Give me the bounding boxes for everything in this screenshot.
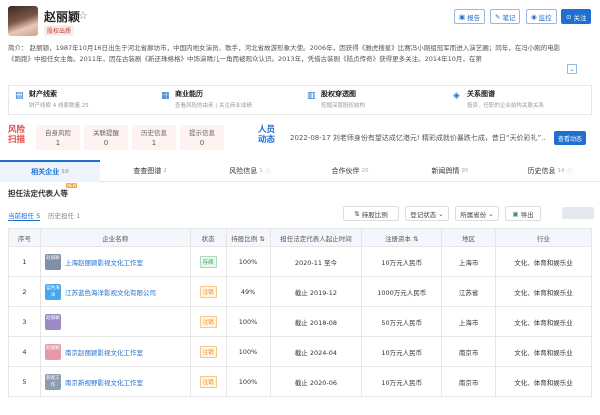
briefcase-icon: ▦ [161, 91, 170, 101]
company-link[interactable]: 南京新视野影视文化工作室 [65, 379, 143, 387]
notes-button[interactable]: ✎ 笔记 [490, 9, 521, 24]
favorite-star-icon[interactable]: ☆ [78, 9, 88, 22]
col-status: 状态 [189, 228, 227, 247]
status-badge: 注销 [199, 315, 217, 328]
report-button[interactable]: ▣ 报告 [454, 9, 486, 24]
report-icon: ▣ [459, 12, 466, 21]
export-icon: ▣ [512, 209, 519, 218]
filter-status[interactable]: 登记状态 ⌄ [405, 206, 449, 221]
company-logo: 赵丽颖 [44, 313, 61, 330]
table-row: 1 赵丽颖上海赵丽颖影视文化工作室 存续 100% 2020-11 至今 10万… [8, 246, 592, 277]
export-button[interactable]: ▣ 导出 [505, 206, 541, 221]
network-icon: ◈ [453, 91, 460, 101]
company-logo: 影视工作 [44, 373, 61, 390]
sort-icon: ⇅ [413, 234, 419, 243]
risk-history[interactable]: 历史信息 1 [132, 125, 176, 150]
company-logo: 赵丽颖 [44, 343, 61, 360]
table-row: 4 赵丽颖南京赵丽颖影视文化工作室 注销 100% 截止 2024-04 10万… [8, 336, 592, 367]
feature-cards: ▤ 财产线索 财产线索 4 线索数量 25 ▦ 商业能历 查看风险的由来 | 关… [8, 85, 592, 115]
filter-province[interactable]: 所属省份 ⌄ [455, 206, 499, 221]
col-period: 担任法定代表人起止时间 [269, 228, 363, 247]
risk-title: 风险扫描 [8, 125, 26, 145]
subtab-current[interactable]: 当前担任 5 [8, 210, 41, 221]
status-badge: 注销 [199, 285, 217, 298]
view-news-button[interactable]: 查看动态 [554, 131, 587, 145]
chevron-down-icon: ⌄ [438, 209, 444, 218]
company-logo: 蓝色海洋 [44, 283, 61, 300]
table-row: 3 赵丽颖 注销 100% 截止 2018-08 50万元人民币 上海市 文化、… [8, 306, 592, 337]
card-property-clues[interactable]: ▤ 财产线索 财产线索 4 线索数量 25 [9, 86, 155, 116]
sort-icon: ⇅ [259, 234, 265, 243]
status-badge: 注销 [199, 345, 217, 358]
chevron-down-icon[interactable]: ⌄ [567, 64, 577, 74]
card-business-history[interactable]: ▦ 商业能历 查看风险的由来 | 关注商业成绩 [155, 86, 301, 116]
risk-related[interactable]: 关联提醒 0 [84, 125, 128, 150]
monitor-button[interactable]: ◉ 监控 [526, 9, 557, 24]
risk-hint[interactable]: 提示信息 0 [180, 125, 224, 150]
equity-pledge-badge[interactable]: 股权出质 [44, 25, 75, 36]
money-icon: ▤ [15, 91, 24, 101]
tab-news[interactable]: 新闻舆情 95 [400, 160, 500, 182]
col-company: 企业名称 [39, 228, 191, 247]
company-link[interactable]: 江苏蓝色海洋影视文化有限公司 [65, 289, 156, 297]
company-link[interactable]: 南京赵丽颖影视文化工作室 [65, 349, 143, 357]
tab-risk[interactable]: 风险信息 1 ⓘ [200, 160, 300, 182]
status-badge: 存续 [199, 255, 217, 268]
person-news: 人员动态 2022-08-17 刘老师身份有望达成亿港元! 精彩成就价暴跌七成，… [258, 125, 590, 150]
monitor-icon: ◉ [531, 12, 537, 21]
risk-scan: 风险扫描 自身风险 1 关联提醒 0 历史信息 1 提示信息 0 [8, 125, 273, 150]
card-relation-graph[interactable]: ◈ 关系图谱 投资、任职的企业结构关联关系 [447, 86, 593, 116]
col-region: 地区 [441, 228, 497, 247]
card-equity-chart[interactable]: ▥ 股权穿透图 挖掘深层股权结构 [301, 86, 447, 116]
col-capital[interactable]: 注册资本 ⇅ [361, 228, 443, 247]
avatar [8, 6, 38, 36]
table-row: 2 蓝色海洋 江苏蓝色海洋影视文化有限公司 注销 49% 截止 2019-12 1… [8, 276, 592, 307]
blurred-control [562, 207, 594, 219]
sort-icon: ⇅ [354, 209, 360, 218]
person-name: 赵丽颖 [44, 10, 81, 24]
tab-partners[interactable]: 合作伙伴 20 [300, 160, 400, 182]
help-icon: ⓘ [264, 168, 271, 176]
help-icon: ⓘ [566, 168, 573, 176]
company-link[interactable]: 上海赵丽颖影视文化工作室 [65, 259, 143, 267]
col-ratio[interactable]: 持股比例 ⇅ [225, 228, 271, 247]
companies-table: 序号 企业名称 状态 持股比例 ⇅ 担任法定代表人起止时间 注册资本 ⇅ 地区 … [8, 228, 592, 397]
section-title: 担任法定代表人等 [8, 189, 68, 198]
filter-ratio[interactable]: ⇅ 持股比例 [343, 206, 399, 221]
company-logo: 赵丽颖 [44, 253, 61, 270]
location-icon: ⊙ [566, 12, 572, 21]
news-text[interactable]: 2022-08-17 刘老师身份有望达成亿港元! 精彩成就价暴跌七成，昔日“天价… [290, 133, 545, 143]
tab-graph[interactable]: 查查图谱 2 [100, 160, 200, 182]
new-badge: NEW [66, 183, 78, 188]
table-row: 5 影视工作 南京新视野影视文化工作室 注销 100% 截止 2020-06 10… [8, 366, 592, 397]
news-title: 人员动态 [258, 125, 276, 145]
chevron-down-icon: ⌄ [488, 209, 494, 218]
follow-button[interactable]: ⊙ 关注 [561, 9, 592, 24]
status-badge: 注销 [199, 375, 217, 388]
main-tabs: 相关企业 10 查查图谱 2 风险信息 1 ⓘ 合作伙伴 20 新闻舆情 95 历史信息 14… [0, 160, 600, 182]
intro-text: 简介： 赵丽颖，1987年10月16日出生于河北省廊坊市，中国内地女演员、歌手，… [8, 44, 561, 63]
risk-self[interactable]: 自身风险 1 [36, 125, 80, 150]
col-index: 序号 [8, 228, 41, 247]
table-header: 序号 企业名称 状态 持股比例 ⇅ 担任法定代表人起止时间 注册资本 ⇅ 地区 … [8, 228, 592, 247]
tab-history[interactable]: 历史信息 14 ⓘ [500, 160, 600, 182]
tab-related-companies[interactable]: 相关企业 10 [0, 160, 100, 182]
col-industry: 行业 [495, 228, 592, 247]
subtab-history[interactable]: 历史担任 1 [48, 210, 80, 220]
notes-icon: ✎ [495, 12, 501, 21]
chart-icon: ▥ [307, 91, 316, 101]
